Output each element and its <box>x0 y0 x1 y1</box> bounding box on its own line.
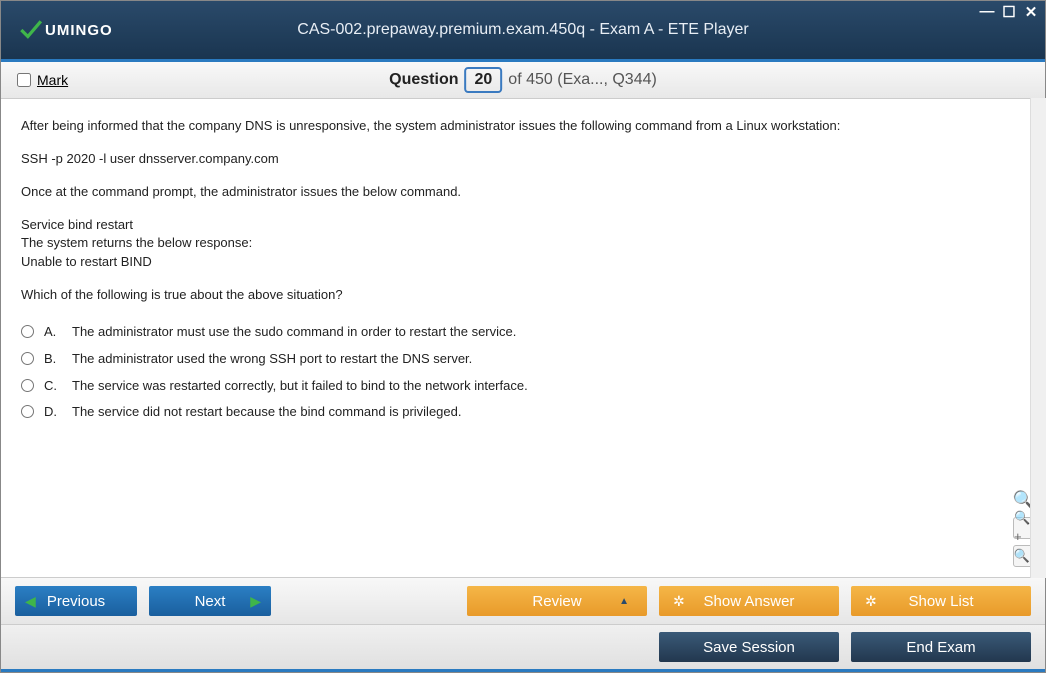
answer-options: A. The administrator must use the sudo c… <box>21 319 1025 426</box>
question-header: Mark Question 20 of 450 (Exa..., Q344) <box>1 62 1045 99</box>
option-text: The service was restarted correctly, but… <box>72 377 528 396</box>
mark-checkbox-group[interactable]: Mark <box>17 72 68 88</box>
logo-text: UMINGO <box>45 22 113 39</box>
review-label: Review <box>532 593 581 610</box>
footer-nav: ◀ Previous Next ▶ Review ▲ ✲ Show Answer… <box>1 577 1045 624</box>
question-p1: After being informed that the company DN… <box>21 117 1025 136</box>
chevron-right-icon: ▶ <box>250 593 261 610</box>
footer-session: Save Session End Exam <box>1 624 1045 669</box>
show-list-label: Show List <box>908 593 973 610</box>
show-answer-label: Show Answer <box>704 593 795 610</box>
radio-a[interactable] <box>21 325 34 338</box>
previous-label: Previous <box>47 593 105 610</box>
question-total: of 450 (Exa..., Q344) <box>508 71 657 89</box>
chevron-left-icon: ◀ <box>25 593 36 610</box>
question-p2: SSH -p 2020 -l user dnsserver.company.co… <box>21 150 1025 169</box>
question-p4-l1: Service bind restart <box>21 216 1025 235</box>
option-letter: B. <box>44 350 62 369</box>
show-answer-button[interactable]: ✲ Show Answer <box>659 586 839 616</box>
option-text: The administrator used the wrong SSH por… <box>72 350 472 369</box>
window-title: CAS-002.prepaway.premium.exam.450q - Exa… <box>297 21 748 39</box>
question-content: After being informed that the company DN… <box>1 99 1045 577</box>
question-word: Question <box>389 71 458 89</box>
radio-d[interactable] <box>21 405 34 418</box>
maximize-icon[interactable]: ☐ <box>1001 3 1017 21</box>
close-icon[interactable]: ✕ <box>1023 3 1039 21</box>
gear-icon: ✲ <box>673 593 685 610</box>
option-c[interactable]: C. The service was restarted correctly, … <box>21 373 1025 400</box>
divider <box>1 669 1045 672</box>
option-text: The service did not restart because the … <box>72 403 461 422</box>
end-exam-button[interactable]: End Exam <box>851 632 1031 662</box>
triangle-up-icon: ▲ <box>619 596 629 607</box>
question-p4-l3: Unable to restart BIND <box>21 253 1025 272</box>
radio-b[interactable] <box>21 352 34 365</box>
option-letter: C. <box>44 377 62 396</box>
option-text: The administrator must use the sudo comm… <box>72 323 516 342</box>
question-p3: Once at the command prompt, the administ… <box>21 183 1025 202</box>
radio-c[interactable] <box>21 379 34 392</box>
option-b[interactable]: B. The administrator used the wrong SSH … <box>21 346 1025 373</box>
review-button[interactable]: Review ▲ <box>467 586 647 616</box>
next-label: Next <box>195 593 226 610</box>
mark-label[interactable]: Mark <box>37 72 68 88</box>
minimize-icon[interactable]: — <box>979 3 995 21</box>
option-letter: D. <box>44 403 62 422</box>
window-controls: — ☐ ✕ <box>979 3 1039 21</box>
question-p5: Which of the following is true about the… <box>21 286 1025 305</box>
question-number-box[interactable]: 20 <box>465 67 503 93</box>
titlebar: UMINGO CAS-002.prepaway.premium.exam.450… <box>1 1 1045 59</box>
option-letter: A. <box>44 323 62 342</box>
gear-icon: ✲ <box>865 593 877 610</box>
scrollbar[interactable] <box>1030 98 1046 578</box>
previous-button[interactable]: ◀ Previous <box>15 586 137 616</box>
checkmark-icon <box>17 17 43 43</box>
save-session-button[interactable]: Save Session <box>659 632 839 662</box>
option-d[interactable]: D. The service did not restart because t… <box>21 399 1025 426</box>
show-list-button[interactable]: ✲ Show List <box>851 586 1031 616</box>
mark-checkbox[interactable] <box>17 73 31 87</box>
question-p4-l2: The system returns the below response: <box>21 234 1025 253</box>
question-indicator: Question 20 of 450 (Exa..., Q344) <box>389 67 657 93</box>
option-a[interactable]: A. The administrator must use the sudo c… <box>21 319 1025 346</box>
next-button[interactable]: Next ▶ <box>149 586 271 616</box>
app-logo: UMINGO <box>17 17 113 43</box>
